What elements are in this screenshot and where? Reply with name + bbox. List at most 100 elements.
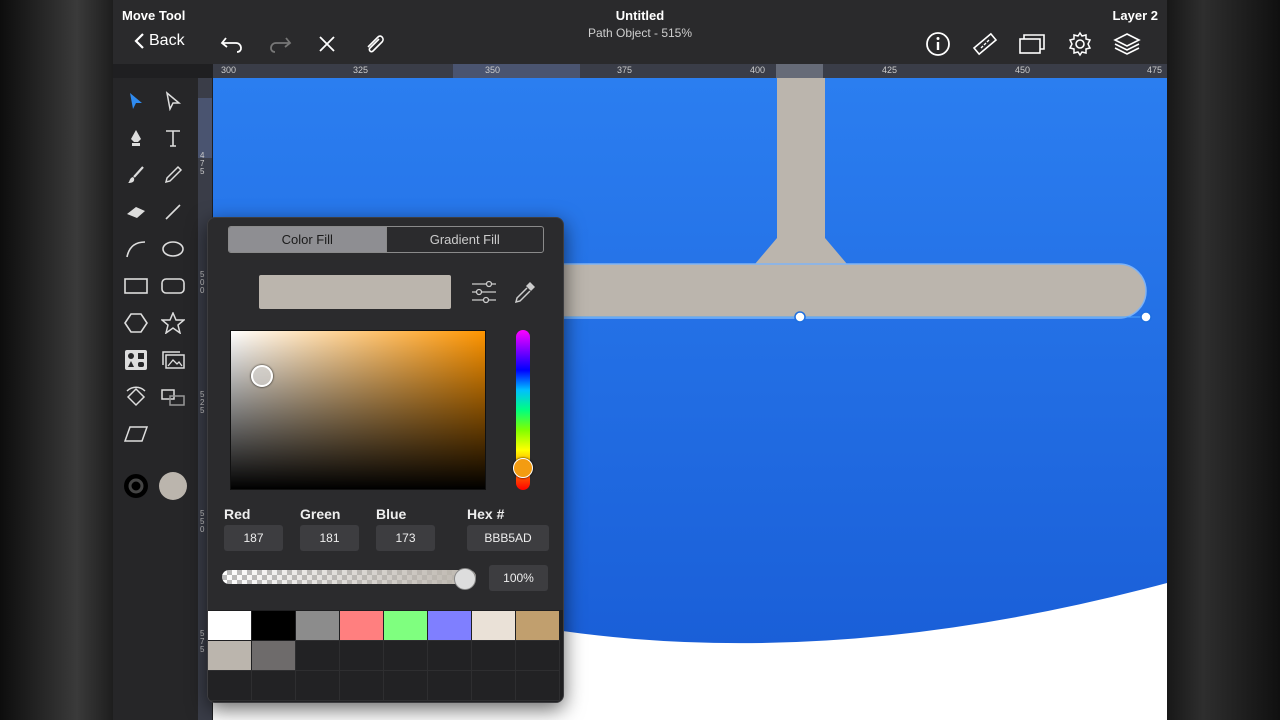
transform-tool[interactable] xyxy=(121,382,151,412)
shapes-icon xyxy=(124,349,148,371)
palette-empty-slot[interactable] xyxy=(295,670,340,701)
palette-empty-slot[interactable] xyxy=(427,670,472,701)
palette-empty-slot[interactable] xyxy=(339,670,384,701)
info-icon xyxy=(925,31,951,57)
palette-swatch[interactable] xyxy=(208,641,251,670)
palette-empty-slot[interactable] xyxy=(383,670,428,701)
crop-icon xyxy=(160,387,186,407)
rectangle-tool[interactable] xyxy=(121,271,151,301)
horizontal-ruler: 300 325 350 375 400 425 450 475 xyxy=(213,64,1167,79)
tab-gradient-fill[interactable]: Gradient Fill xyxy=(385,227,544,252)
document-subtitle: Path Object - 515% xyxy=(587,26,693,40)
hex-value-field[interactable]: BBB5AD xyxy=(467,525,549,551)
pen-tool[interactable] xyxy=(121,123,151,153)
artboards-icon xyxy=(1018,32,1046,56)
direct-select-tool[interactable] xyxy=(158,86,188,116)
palette-empty-slot[interactable] xyxy=(295,640,340,671)
fill-type-segmented-control: Color Fill Gradient Fill xyxy=(228,226,544,253)
layers-icon xyxy=(1113,31,1141,57)
ruler-selection-highlight xyxy=(198,98,212,158)
artboards-button[interactable] xyxy=(1018,30,1046,58)
hexagon-icon xyxy=(124,312,148,334)
crop-tool[interactable] xyxy=(158,382,188,412)
toolbox xyxy=(113,78,198,720)
rectangle-icon xyxy=(124,277,148,295)
palette-empty-slot[interactable] xyxy=(251,670,296,701)
palette-swatch[interactable] xyxy=(384,611,427,640)
star-tool[interactable] xyxy=(158,308,188,338)
pencil-tool[interactable] xyxy=(158,160,188,190)
palette-empty-slot[interactable] xyxy=(383,640,428,671)
palette-empty-slot[interactable] xyxy=(471,640,516,671)
ellipse-icon xyxy=(161,240,185,258)
ruler-label: 300 xyxy=(221,65,237,75)
skew-tool[interactable] xyxy=(121,419,151,449)
anchor-point[interactable] xyxy=(1140,311,1152,323)
select-tool[interactable] xyxy=(121,86,151,116)
palette-empty-slot[interactable] xyxy=(515,640,560,671)
tab-color-fill[interactable]: Color Fill xyxy=(229,227,386,252)
palette-empty-slot[interactable] xyxy=(427,640,472,671)
rounded-rectangle-icon xyxy=(161,277,185,295)
brush-tool[interactable] xyxy=(121,160,151,190)
fill-swatch-icon xyxy=(158,471,188,501)
ruler-label: 400 xyxy=(750,65,766,75)
ruler-icon xyxy=(972,31,998,57)
hex-label: Hex # xyxy=(467,506,505,522)
palette-swatch[interactable] xyxy=(340,611,383,640)
polygon-tool[interactable] xyxy=(121,308,151,338)
fill-color-well[interactable] xyxy=(158,471,188,501)
info-button[interactable] xyxy=(924,30,952,58)
document-title: Untitled xyxy=(615,8,665,23)
ruler-button[interactable] xyxy=(971,30,999,58)
stroke-color-well[interactable] xyxy=(121,471,151,501)
palette-swatch[interactable] xyxy=(252,641,295,670)
arc-tool[interactable] xyxy=(121,234,151,264)
ruler-label: 475 xyxy=(200,151,205,176)
palette-swatch[interactable] xyxy=(516,611,559,640)
shapes-library-tool[interactable] xyxy=(121,345,151,375)
saturation-brightness-picker[interactable] xyxy=(230,330,486,490)
image-stack-icon xyxy=(161,350,185,370)
palette-swatch[interactable] xyxy=(428,611,471,640)
palette-empty-slot[interactable] xyxy=(339,640,384,671)
eraser-tool[interactable] xyxy=(121,197,151,227)
star-icon xyxy=(161,312,185,334)
eyedropper-button[interactable] xyxy=(511,278,539,306)
ruler-selection-highlight xyxy=(453,64,580,78)
brush-icon xyxy=(126,165,146,185)
palette-swatch[interactable] xyxy=(472,611,515,640)
opacity-value-field[interactable]: 100% xyxy=(489,565,548,591)
line-icon xyxy=(163,202,183,222)
blue-label: Blue xyxy=(376,506,407,522)
palette-empty-slot[interactable] xyxy=(515,670,560,701)
blue-value-field[interactable]: 173 xyxy=(376,525,435,551)
opacity-slider-knob[interactable] xyxy=(454,568,476,590)
anchor-point[interactable] xyxy=(794,311,806,323)
palette-empty-slot[interactable] xyxy=(471,670,516,701)
palette-swatch[interactable] xyxy=(296,611,339,640)
current-color-preview xyxy=(259,275,451,309)
image-tool[interactable] xyxy=(158,345,188,375)
opacity-slider[interactable] xyxy=(222,570,476,584)
text-tool[interactable] xyxy=(158,123,188,153)
pencil-icon xyxy=(163,165,183,185)
red-value-field[interactable]: 187 xyxy=(224,525,283,551)
transform-icon xyxy=(124,385,148,409)
palette-empty-slot[interactable] xyxy=(208,670,252,701)
gear-icon xyxy=(1067,31,1093,57)
arrow-pointer-icon xyxy=(126,91,146,111)
layers-button[interactable] xyxy=(1113,30,1141,58)
palette-swatch[interactable] xyxy=(252,611,295,640)
hue-slider-knob[interactable] xyxy=(513,458,533,478)
palette-swatch[interactable] xyxy=(208,611,251,640)
line-tool[interactable] xyxy=(158,197,188,227)
settings-button[interactable] xyxy=(1066,30,1094,58)
ellipse-tool[interactable] xyxy=(158,234,188,264)
green-value-field[interactable]: 181 xyxy=(300,525,359,551)
pen-nib-icon xyxy=(126,128,146,148)
sv-picker-knob[interactable] xyxy=(251,365,273,387)
text-icon xyxy=(163,128,183,148)
color-sliders-button[interactable] xyxy=(470,278,498,306)
rounded-rectangle-tool[interactable] xyxy=(158,271,188,301)
